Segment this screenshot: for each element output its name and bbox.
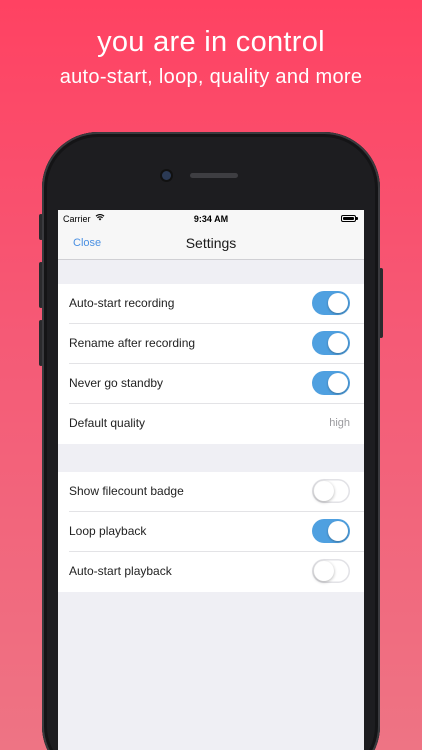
toggle-knob bbox=[328, 293, 348, 313]
status-time: 9:34 AM bbox=[193, 214, 229, 224]
setting-label: Never go standby bbox=[69, 376, 164, 390]
setting-row-rename-after-recording: Rename after recording bbox=[69, 324, 364, 364]
promo-headline: you are in control bbox=[97, 26, 325, 58]
setting-label: Default quality bbox=[69, 416, 146, 430]
status-bar: Carrier 9:34 AM bbox=[58, 210, 364, 228]
never-go-standby-toggle[interactable] bbox=[312, 371, 350, 395]
toggle-knob bbox=[328, 333, 348, 353]
loop-playback-toggle[interactable] bbox=[312, 519, 350, 543]
setting-label: Rename after recording bbox=[69, 336, 196, 350]
setting-label: Auto-start recording bbox=[69, 296, 175, 310]
rename-after-recording-toggle[interactable] bbox=[312, 331, 350, 355]
setting-row-auto-start-recording: Auto-start recording bbox=[69, 284, 364, 324]
setting-row-auto-start-playback: Auto-start playback bbox=[69, 552, 364, 592]
setting-label: Show filecount badge bbox=[69, 484, 184, 498]
phone-screen: Carrier 9:34 AM Close Settings Auto-star… bbox=[58, 210, 364, 750]
settings-group-playback: Show filecount badge Loop playback Auto-… bbox=[58, 472, 364, 592]
toggle-knob bbox=[328, 373, 348, 393]
battery-icon bbox=[341, 215, 358, 222]
auto-start-recording-toggle[interactable] bbox=[312, 291, 350, 315]
auto-start-playback-toggle[interactable] bbox=[312, 559, 350, 583]
setting-row-default-quality[interactable]: Default quality high bbox=[69, 404, 364, 444]
setting-row-show-filecount-badge: Show filecount badge bbox=[69, 472, 364, 512]
toggle-knob bbox=[314, 481, 334, 501]
front-camera-icon bbox=[162, 171, 171, 180]
default-quality-value: high bbox=[329, 417, 350, 429]
setting-label: Loop playback bbox=[69, 524, 147, 538]
setting-label: Auto-start playback bbox=[69, 564, 172, 578]
show-filecount-badge-toggle[interactable] bbox=[312, 479, 350, 503]
navigation-bar: Close Settings bbox=[58, 228, 364, 260]
toggle-knob bbox=[328, 521, 348, 541]
setting-row-loop-playback: Loop playback bbox=[69, 512, 364, 552]
toggle-knob bbox=[314, 561, 334, 581]
setting-row-never-go-standby: Never go standby bbox=[69, 364, 364, 404]
earpiece-speaker bbox=[190, 173, 238, 178]
page-title: Settings bbox=[185, 235, 237, 251]
settings-group-recording: Auto-start recording Rename after record… bbox=[58, 284, 364, 444]
promo-subhead: auto-start, loop, quality and more bbox=[59, 66, 363, 88]
